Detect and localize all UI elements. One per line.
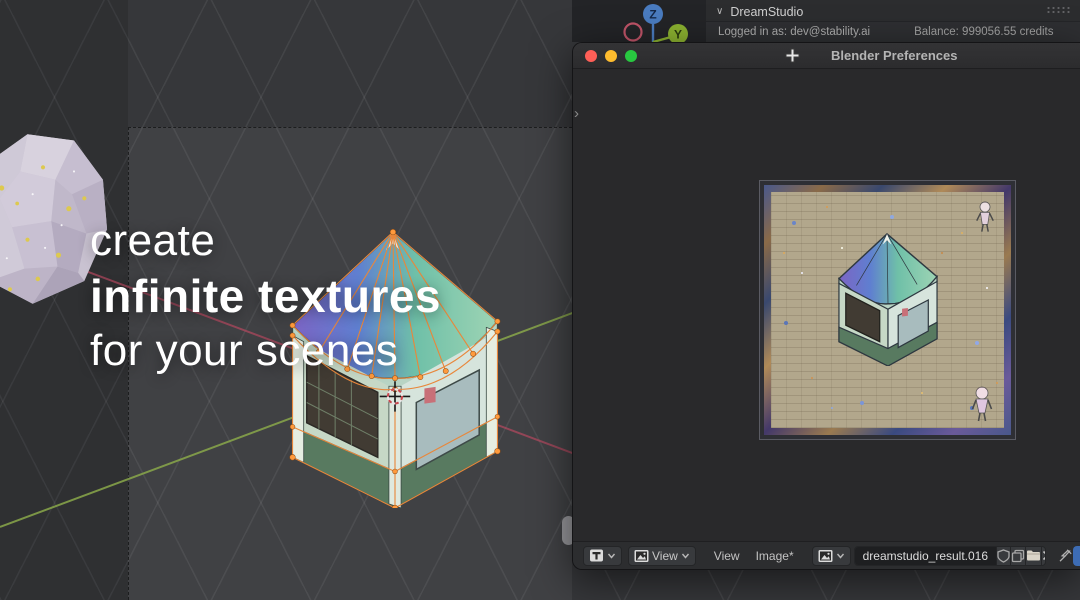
pin-button[interactable] xyxy=(1058,548,1073,563)
window-title: Blender Preferences xyxy=(831,48,957,63)
top-viewport-strip: Z Y ∨ DreamStudio Logged in as: dev@stab… xyxy=(572,0,1080,42)
overlay-line-3: for your scenes xyxy=(90,324,441,378)
gizmo-y-label: Y xyxy=(674,28,682,42)
screen: create infinite textures for your scenes… xyxy=(0,0,1080,600)
image-character-top xyxy=(974,200,996,234)
marketing-overlay: create infinite textures for your scenes xyxy=(90,214,441,377)
duplicate-icon xyxy=(1011,549,1025,563)
close-window-button[interactable] xyxy=(585,50,597,62)
gizmo-z-label: Z xyxy=(649,8,656,22)
overlay-line-1: create xyxy=(90,214,441,268)
image-editor-header: View View Image* dreamstudio_re xyxy=(573,541,1080,569)
move-cursor-icon xyxy=(785,48,800,63)
display-mode-value: View xyxy=(652,549,678,563)
image-datablock-field: dreamstudio_result.016 xyxy=(854,546,1046,566)
unlink-button[interactable] xyxy=(1041,547,1046,565)
image-brick-background xyxy=(771,192,1004,428)
image-datablock-dropdown[interactable] xyxy=(812,546,851,566)
pin-icon xyxy=(1058,548,1073,563)
generated-image-canvas[interactable] xyxy=(759,180,1016,440)
menu-image[interactable]: Image* xyxy=(756,549,794,563)
zoom-window-button[interactable] xyxy=(625,50,637,62)
shield-icon xyxy=(997,549,1010,563)
image-character-bottom xyxy=(970,386,994,422)
logged-in-label: Logged in as: dev@stability.ai xyxy=(718,26,870,38)
editor-corner-chip xyxy=(1073,546,1080,566)
editor-type-dropdown[interactable] xyxy=(583,546,622,566)
minimize-window-button[interactable] xyxy=(605,50,617,62)
fake-user-button[interactable] xyxy=(996,547,1010,565)
panel-drag-dots-icon[interactable] xyxy=(1046,6,1072,14)
window-titlebar[interactable]: Blender Preferences xyxy=(573,43,1080,69)
image-sparkle-specks xyxy=(771,192,773,194)
chevron-down-icon xyxy=(681,551,690,560)
dreamstudio-panel: ∨ DreamStudio Logged in as: dev@stabilit… xyxy=(706,0,1080,42)
dreamstudio-panel-title[interactable]: DreamStudio xyxy=(730,5,803,19)
menu-view[interactable]: View xyxy=(714,549,740,563)
balance-label: Balance: 999056.55 credits xyxy=(914,26,1053,38)
image-sparkle-border xyxy=(764,185,1011,435)
editor-type-icon xyxy=(589,548,604,563)
sidebar-toggle-arrow[interactable]: › xyxy=(574,106,579,121)
navigation-gizmo[interactable]: Z Y xyxy=(608,0,700,48)
image-name-field[interactable]: dreamstudio_result.016 xyxy=(855,547,996,565)
open-image-button[interactable] xyxy=(1025,547,1041,565)
image-editor-area[interactable]: › xyxy=(573,70,1080,541)
image-icon xyxy=(634,549,649,563)
chevron-down-icon xyxy=(836,551,845,560)
gizmo-x-axis[interactable] xyxy=(625,24,642,41)
chevron-down-icon xyxy=(607,551,616,560)
new-image-button[interactable] xyxy=(1010,547,1025,565)
folder-icon xyxy=(1026,549,1041,562)
close-icon xyxy=(1042,550,1046,561)
blender-preferences-window: Blender Preferences › xyxy=(572,42,1080,570)
display-mode-dropdown[interactable]: View xyxy=(628,546,696,566)
overlay-line-2: infinite textures xyxy=(90,268,441,324)
image-icon xyxy=(818,549,833,563)
image-house-sprite xyxy=(837,232,939,366)
panel-collapse-icon[interactable]: ∨ xyxy=(716,7,723,17)
